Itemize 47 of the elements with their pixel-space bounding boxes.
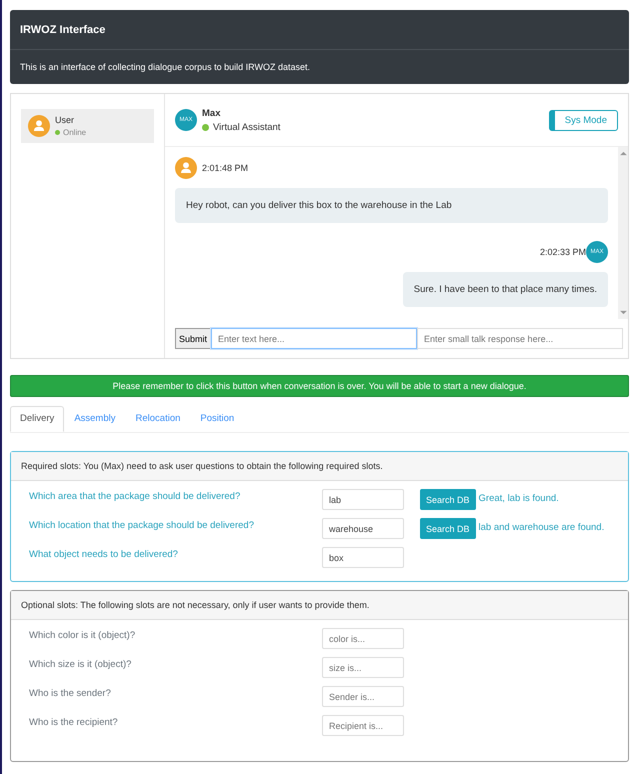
scroll-down-icon[interactable]: [620, 310, 626, 315]
message-bubble: Hey robot, can you deliver this box to the warehouse in the Lab: [175, 188, 608, 223]
slot-question: Which location that the package should be delivered?: [29, 519, 255, 531]
slot-question: Which size is it (object)?: [29, 658, 132, 670]
contact-item[interactable]: User Online: [21, 109, 154, 143]
slot-input[interactable]: size is...: [322, 657, 404, 678]
search-result: lab and warehouse are found.: [478, 521, 604, 533]
tab[interactable]: Delivery: [10, 406, 64, 432]
online-dot-icon: [202, 124, 209, 130]
slot-input[interactable]: Sender is...: [322, 686, 404, 707]
assistant-role: Virtual Assistant: [213, 122, 280, 132]
message-time: 2:01:48 PM: [202, 163, 248, 173]
scrollbar[interactable]: [618, 147, 628, 319]
slot-question: Who is the recipient?: [29, 716, 119, 728]
online-dot-icon: [55, 130, 60, 135]
search-db-button[interactable]: Search DB: [420, 489, 476, 510]
message-input[interactable]: Enter text here...: [211, 328, 418, 349]
card-heading: Required slots: You (Max) need to ask user questions to obtain the following required slots.: [11, 452, 628, 481]
slot-input[interactable]: lab: [322, 489, 404, 510]
slot-input[interactable]: Recipient is...: [322, 715, 404, 736]
slot-question: What object needs to be delivered?: [29, 548, 179, 560]
message-time: 2:02:33 PM: [540, 247, 586, 257]
slot-question: Who is the sender?: [29, 687, 112, 699]
contact-name: User: [55, 115, 76, 125]
slot-question: Which color is it (object)?: [29, 629, 136, 641]
small-talk-input[interactable]: Enter small talk response here...: [417, 328, 624, 349]
tab[interactable]: Position: [190, 406, 244, 432]
end-conversation-button[interactable]: Please remember to click this button when conversation is over. You will be able to start a new dialogue.: [10, 375, 629, 397]
page-title: IRWOZ Interface: [10, 10, 629, 50]
slot-input[interactable]: color is...: [322, 628, 404, 649]
submit-button[interactable]: Submit: [175, 328, 212, 349]
user-avatar-icon: [175, 157, 197, 179]
message-bubble: Sure. I have been to that place many times.: [402, 272, 608, 307]
sys-mode-button[interactable]: Sys Mode: [548, 110, 618, 130]
slot-input[interactable]: warehouse: [322, 518, 404, 539]
slot-input[interactable]: box: [322, 547, 404, 568]
assistant-name: Max: [202, 108, 222, 118]
page-description: This is an interface of collecting dialogue corpus to build IRWOZ dataset.: [19, 61, 311, 74]
search-db-button[interactable]: Search DB: [420, 518, 476, 539]
slot-question: Which area that the package should be delivered?: [29, 490, 242, 502]
tab[interactable]: Assembly: [64, 406, 126, 432]
tab[interactable]: Relocation: [126, 406, 190, 432]
scroll-up-icon[interactable]: [620, 151, 626, 156]
contact-status: Online: [63, 128, 86, 137]
card-heading: Optional slots: The following slots are not necessary, only if user wants to provide them.: [11, 591, 628, 620]
search-result: Great, lab is found.: [478, 492, 559, 504]
user-avatar-icon: [28, 115, 50, 137]
